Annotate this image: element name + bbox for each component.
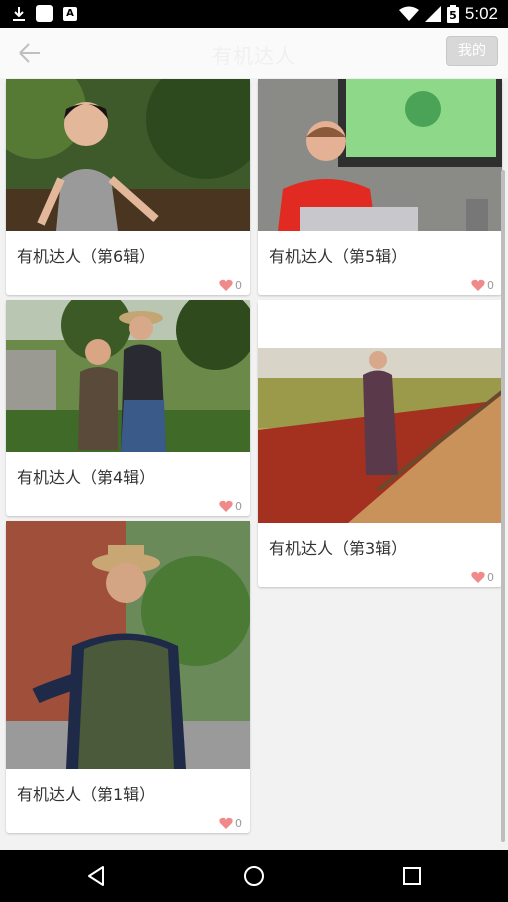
like-count-value: 0 [235, 279, 242, 292]
heart-icon [471, 279, 485, 291]
like-count[interactable]: 0 [219, 500, 242, 513]
battery-level: 5 [449, 9, 457, 22]
like-count-value: 0 [235, 500, 242, 513]
heart-icon [219, 279, 233, 291]
download-icon [13, 6, 25, 21]
episode-card[interactable]: 有机达人（第3辑） 0 [258, 300, 502, 587]
like-count-value: 0 [235, 817, 242, 830]
episode-title: 有机达人（第5辑） [269, 247, 408, 266]
like-count-value: 0 [487, 571, 494, 584]
navigation-bar [0, 850, 508, 902]
episode-photo [258, 79, 502, 231]
like-count[interactable]: 0 [219, 279, 242, 292]
episode-title: 有机达人（第4辑） [17, 468, 156, 487]
episode-title: 有机达人（第6辑） [17, 247, 156, 266]
like-count[interactable]: 0 [471, 571, 494, 584]
episode-photo [6, 79, 250, 231]
heart-icon [471, 571, 485, 583]
battery-icon: 5 [446, 5, 459, 23]
like-count-value: 0 [487, 279, 494, 292]
nav-home-icon[interactable] [242, 864, 266, 888]
episode-photo [258, 300, 502, 523]
a-icon: A [63, 6, 77, 21]
episode-card[interactable]: 有机达人（第4辑） 0 [6, 300, 250, 516]
notification-icons: A [12, 5, 77, 22]
heart-icon [219, 817, 233, 829]
nav-back-icon[interactable] [84, 864, 108, 888]
top-bar: 有机达人 我的 [0, 28, 508, 78]
signal-icon [424, 6, 441, 22]
episode-photo [6, 521, 250, 769]
episode-card[interactable]: 有机达人（第1辑） 0 [6, 521, 250, 833]
mine-button[interactable]: 我的 [446, 36, 498, 66]
episode-title: 有机达人（第1辑） [17, 785, 156, 804]
like-count[interactable]: 0 [219, 817, 242, 830]
episode-card[interactable]: 有机达人（第5辑） 0 [258, 79, 502, 295]
page-title: 有机达人 [212, 44, 296, 68]
episode-photo [6, 300, 250, 452]
system-icons: 5 5:02 [398, 4, 498, 24]
content-grid: 有机达人（第6辑） 0 有机达人（第5辑） 0 有机达人（第4辑） 0 有机达人… [0, 78, 508, 850]
heart-icon [219, 500, 233, 512]
wifi-icon [398, 6, 419, 21]
like-count[interactable]: 0 [471, 279, 494, 292]
episode-title: 有机达人（第3辑） [269, 539, 408, 558]
nav-recents-icon[interactable] [400, 864, 424, 888]
scrollbar[interactable] [501, 170, 505, 842]
episode-card[interactable]: 有机达人（第6辑） 0 [6, 79, 250, 295]
clock: 5:02 [464, 4, 498, 23]
app-square-icon [36, 5, 53, 22]
status-bar: A 5 5:02 [0, 0, 508, 28]
